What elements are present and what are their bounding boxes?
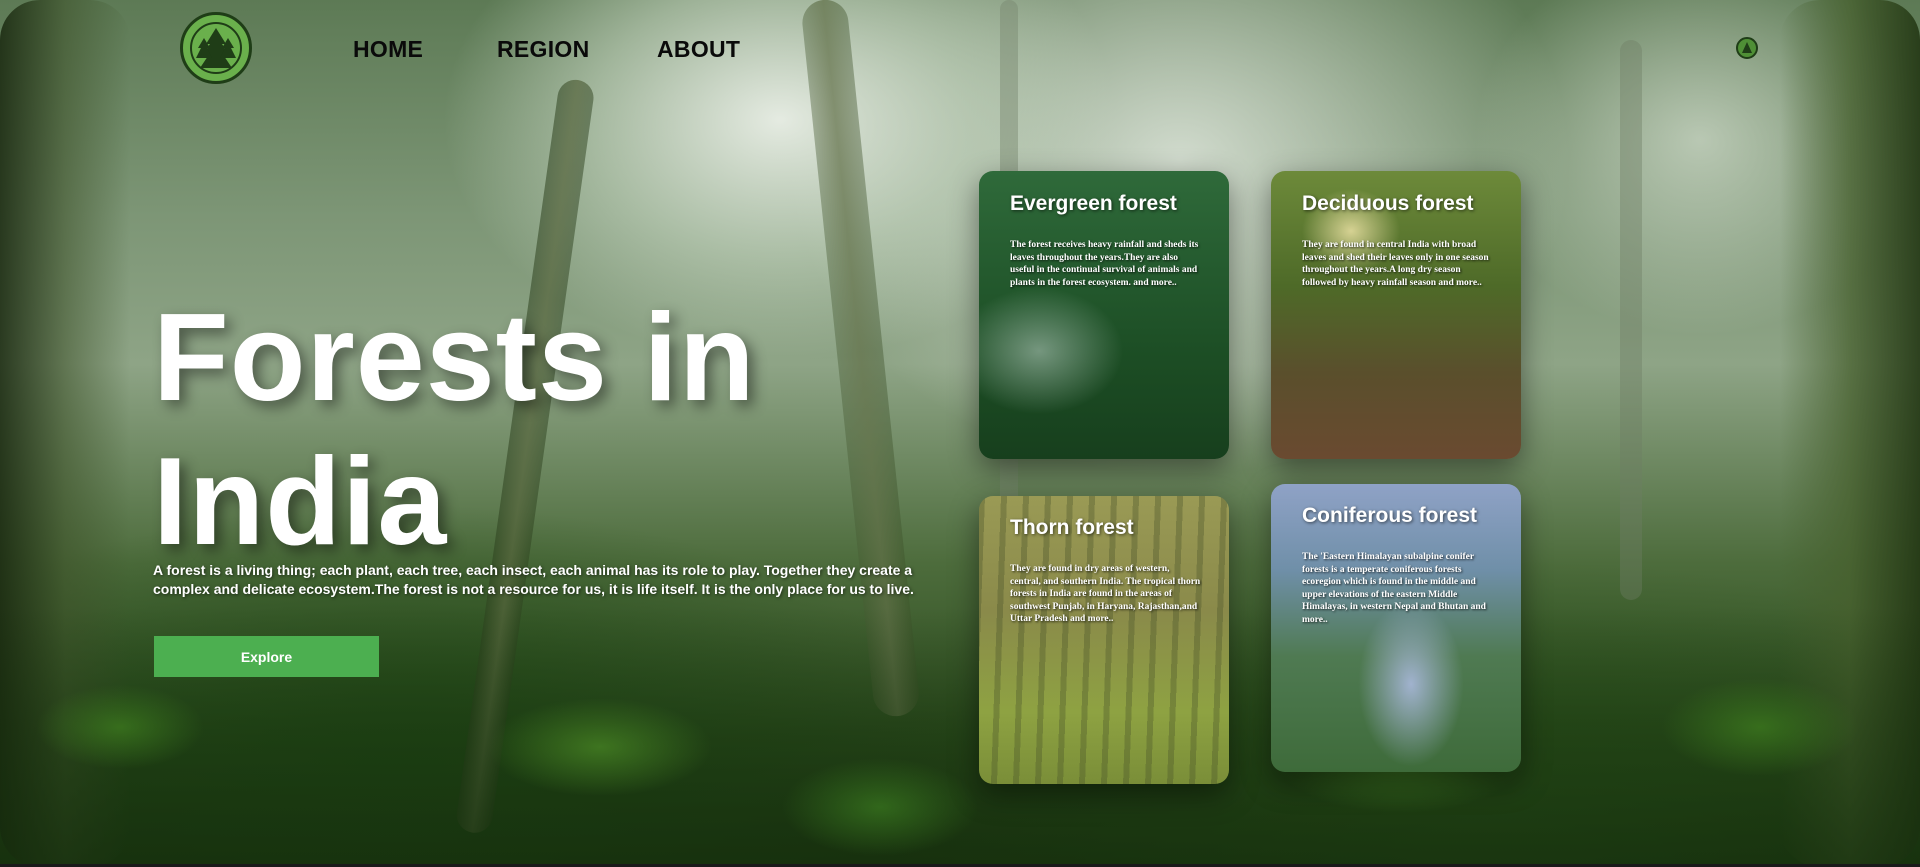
card-evergreen-forest[interactable]: Evergreen forest The forest receives hea… [979,171,1229,459]
card-title: Thorn forest [1010,516,1134,539]
pine-trees-logo-icon[interactable] [180,12,252,84]
card-title: Evergreen forest [1010,192,1177,215]
hero-description: A forest is a living thing; each plant, … [153,562,914,597]
nav-link-home[interactable]: HOME [353,36,423,63]
card-coniferous-forest[interactable]: Coniferous forest The 'Eastern Himalayan… [1271,484,1521,772]
card-description: The forest receives heavy rainfall and s… [1010,240,1199,288]
explore-button[interactable]: Explore [154,636,379,677]
card-thorn-forest[interactable]: Thorn forest They are found in dry areas… [979,496,1229,784]
nav-link-about[interactable]: ABOUT [657,36,740,63]
hero-title: Forests in India [153,289,756,571]
background-tree-trunk [1620,40,1642,600]
card-deciduous-forest[interactable]: Deciduous forest They are found in centr… [1271,171,1521,459]
nav-link-region[interactable]: REGION [497,36,590,63]
card-description: They are found in dry areas of western, … [1010,564,1201,624]
card-title: Coniferous forest [1302,504,1478,527]
card-description: They are found in central India with bro… [1302,240,1489,288]
pine-trees-mini-icon[interactable] [1736,37,1758,59]
card-description: The 'Eastern Himalayan subalpine conifer… [1302,552,1486,625]
card-title: Deciduous forest [1302,192,1474,215]
